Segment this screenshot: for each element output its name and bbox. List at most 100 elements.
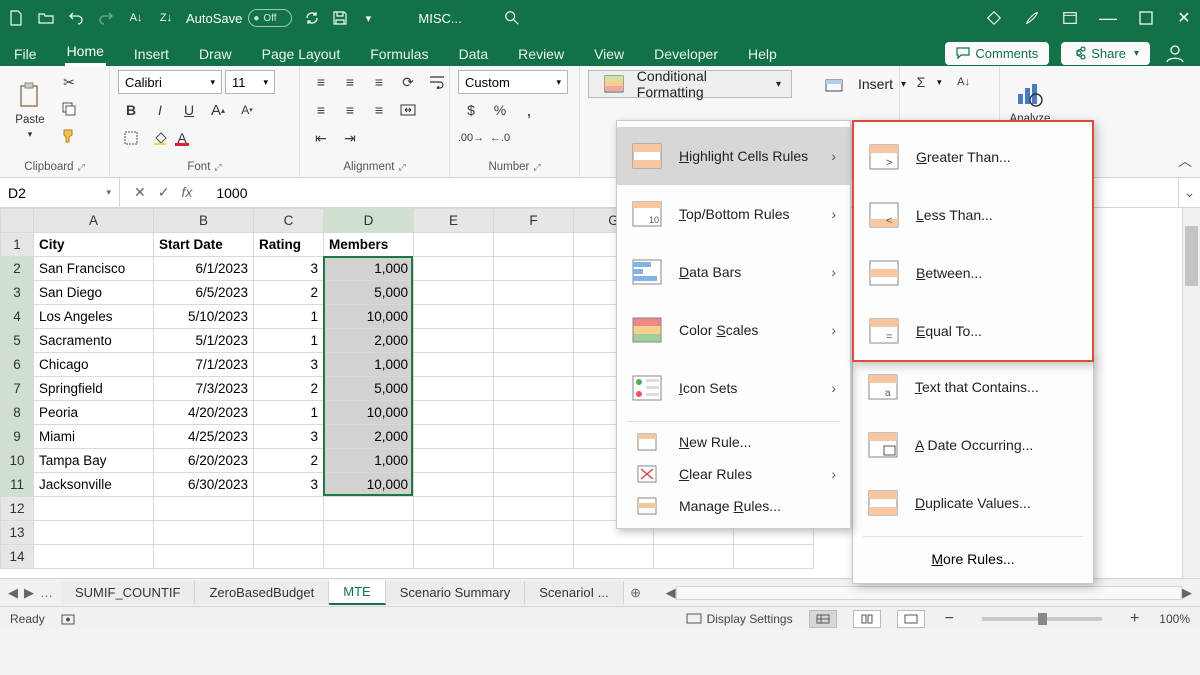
cut-icon[interactable]: ✂ <box>56 70 82 94</box>
tab-data[interactable]: Data <box>457 42 491 66</box>
currency-icon[interactable]: $ <box>458 98 484 122</box>
menu-duplicate-values[interactable]: Duplicate Values... <box>853 474 1093 532</box>
undo-icon[interactable] <box>68 10 84 26</box>
cell[interactable] <box>494 329 574 353</box>
cell[interactable]: 6/5/2023 <box>154 281 254 305</box>
align-center-icon[interactable]: ≡ <box>337 98 363 122</box>
cell[interactable]: 2 <box>254 281 324 305</box>
cell[interactable] <box>414 425 494 449</box>
row-header[interactable]: 9 <box>1 425 34 449</box>
cell[interactable] <box>494 521 574 545</box>
sheet-nav-prev-icon[interactable]: ◀ <box>8 585 18 601</box>
zoom-in-button[interactable]: + <box>1126 610 1143 628</box>
menu-greater-than[interactable]: > Greater Than... <box>854 128 1092 186</box>
cell[interactable]: 4/25/2023 <box>154 425 254 449</box>
cell[interactable]: 5/1/2023 <box>154 329 254 353</box>
cell[interactable]: City <box>34 233 154 257</box>
font-size-combo[interactable]: 11▾ <box>225 70 275 94</box>
underline-button[interactable]: U <box>176 98 202 122</box>
cell[interactable]: Springfield <box>34 377 154 401</box>
cell[interactable]: 1,000 <box>324 353 414 377</box>
decrease-indent-icon[interactable]: ⇤ <box>308 126 334 150</box>
cell[interactable]: 4/20/2023 <box>154 401 254 425</box>
menu-clear-rules[interactable]: Clear Rules › <box>617 458 850 490</box>
sort-desc-icon[interactable]: Z↓ <box>158 10 174 26</box>
cell[interactable] <box>414 377 494 401</box>
decrease-decimal-icon[interactable]: ←.0 <box>487 126 513 150</box>
font-size-decrease-icon[interactable]: A▾ <box>234 98 260 122</box>
sort-filter-icon[interactable]: A↓ <box>951 70 977 94</box>
cell[interactable] <box>34 521 154 545</box>
cell[interactable]: 1,000 <box>324 449 414 473</box>
comma-icon[interactable]: , <box>516 98 542 122</box>
cell[interactable]: 3 <box>254 425 324 449</box>
cell[interactable] <box>414 473 494 497</box>
zoom-slider[interactable] <box>982 617 1102 621</box>
view-page-layout-button[interactable] <box>853 610 881 628</box>
cancel-formula-icon[interactable]: ✕ <box>134 184 146 201</box>
cell[interactable] <box>414 257 494 281</box>
increase-indent-icon[interactable]: ⇥ <box>337 126 363 150</box>
zoom-out-button[interactable]: − <box>941 610 958 628</box>
cell[interactable]: Los Angeles <box>34 305 154 329</box>
maximize-icon[interactable] <box>1138 10 1154 26</box>
align-right-icon[interactable]: ≡ <box>366 98 392 122</box>
cell[interactable]: 3 <box>254 473 324 497</box>
cell[interactable] <box>574 545 654 569</box>
cell[interactable]: 1 <box>254 401 324 425</box>
cell[interactable] <box>414 329 494 353</box>
cell[interactable]: Peoria <box>34 401 154 425</box>
row-header[interactable]: 1 <box>1 233 34 257</box>
cell[interactable]: 10,000 <box>324 401 414 425</box>
cell[interactable]: Tampa Bay <box>34 449 154 473</box>
menu-top-bottom-rules[interactable]: 10 Top/Bottom Rules › <box>617 185 850 243</box>
tab-formulas[interactable]: Formulas <box>368 42 430 66</box>
cell[interactable]: Start Date <box>154 233 254 257</box>
cell[interactable]: 1 <box>254 305 324 329</box>
select-all-corner[interactable] <box>1 209 34 233</box>
cell[interactable]: 1 <box>254 329 324 353</box>
tab-insert[interactable]: Insert <box>132 42 171 66</box>
font-color-button[interactable]: A <box>176 126 202 150</box>
view-normal-button[interactable] <box>809 610 837 628</box>
row-header[interactable]: 6 <box>1 353 34 377</box>
cell[interactable] <box>254 497 324 521</box>
fill-color-button[interactable] <box>147 126 173 150</box>
sheet-tab-3[interactable]: MTE <box>329 580 385 605</box>
cell[interactable]: 5,000 <box>324 377 414 401</box>
cell[interactable] <box>494 473 574 497</box>
cell[interactable] <box>494 497 574 521</box>
format-painter-icon[interactable] <box>56 124 82 148</box>
col-header[interactable]: A <box>34 209 154 233</box>
cell[interactable]: 7/1/2023 <box>154 353 254 377</box>
comments-button[interactable]: Comments <box>945 42 1049 65</box>
menu-between[interactable]: Between... <box>854 244 1092 302</box>
orientation-icon[interactable]: ⟳ <box>395 70 421 94</box>
cell[interactable]: 2,000 <box>324 425 414 449</box>
cell[interactable] <box>734 545 814 569</box>
tab-help[interactable]: Help <box>746 42 779 66</box>
font-launcher-icon[interactable]: ⤢ <box>214 162 221 173</box>
sort-asc-icon[interactable]: A↓ <box>128 10 144 26</box>
tab-file[interactable]: File <box>12 42 39 66</box>
cell[interactable]: 10,000 <box>324 305 414 329</box>
zoom-level[interactable]: 100% <box>1159 612 1190 626</box>
row-header[interactable]: 4 <box>1 305 34 329</box>
tab-review[interactable]: Review <box>516 42 566 66</box>
cell[interactable] <box>324 497 414 521</box>
sheet-tab-1[interactable]: SUMIF_COUNTIF <box>61 581 195 604</box>
cell[interactable]: 5,000 <box>324 281 414 305</box>
menu-highlight-cells-rules[interactable]: Highlight Cells Rules › <box>617 127 850 185</box>
cell[interactable] <box>414 497 494 521</box>
cell[interactable]: San Diego <box>34 281 154 305</box>
autosum-icon[interactable]: Σ <box>908 70 934 94</box>
search-icon[interactable] <box>504 10 520 26</box>
collapse-ribbon-icon[interactable]: ︿ <box>1178 151 1192 171</box>
row-header[interactable]: 7 <box>1 377 34 401</box>
font-name-combo[interactable]: Calibri▾ <box>118 70 222 94</box>
sheet-nav-next-icon[interactable]: ▶ <box>24 585 34 601</box>
cell[interactable]: Rating <box>254 233 324 257</box>
col-header[interactable]: D <box>324 209 414 233</box>
redo-icon[interactable] <box>98 10 114 26</box>
name-box[interactable]: D2▾ <box>0 178 120 207</box>
